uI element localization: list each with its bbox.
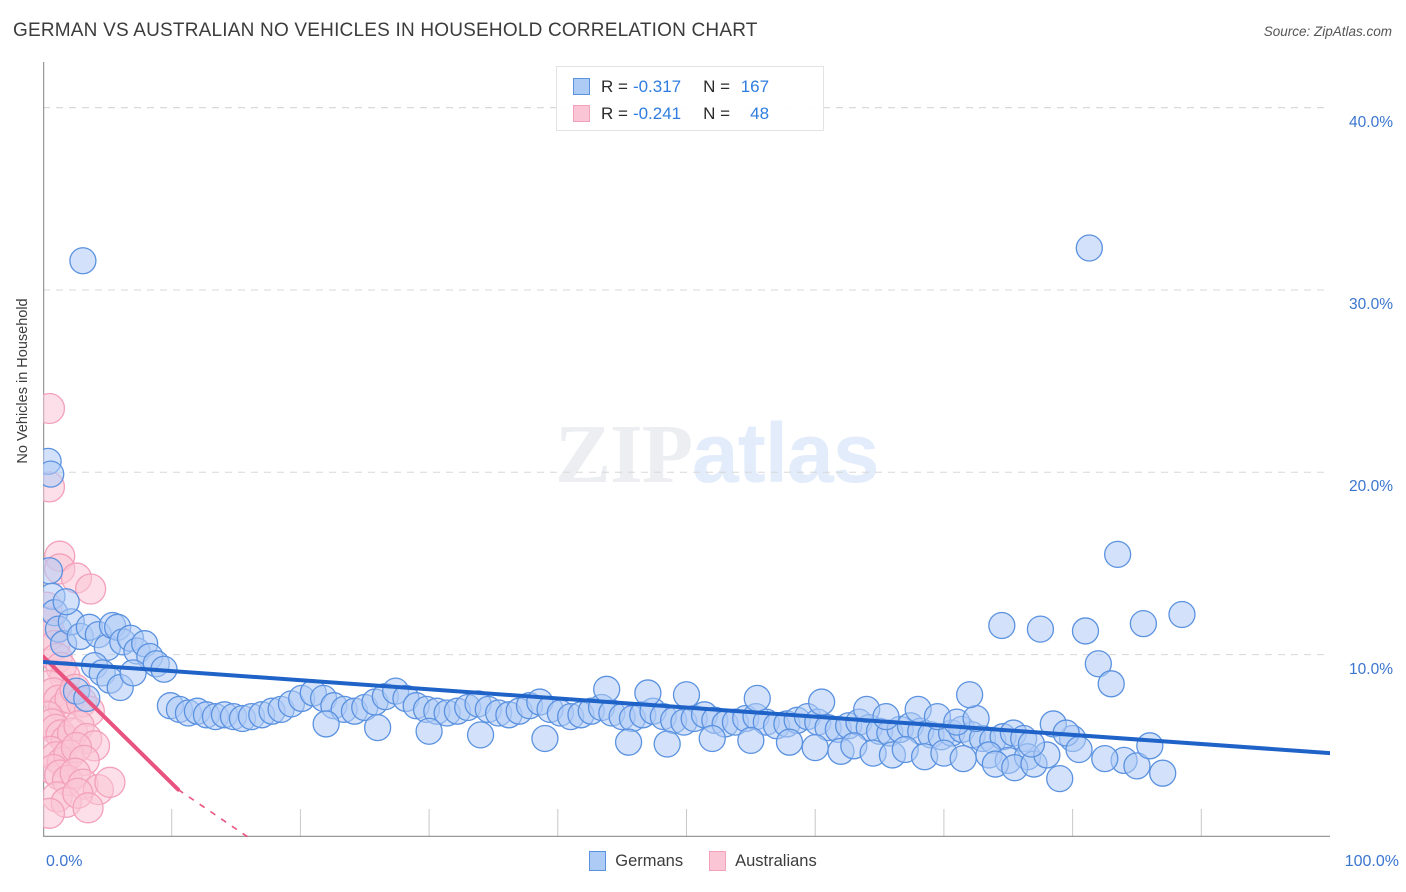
data-point bbox=[363, 713, 392, 742]
data-point bbox=[593, 675, 621, 703]
legend-label-australians: Australians bbox=[735, 851, 817, 870]
data-point bbox=[1075, 234, 1103, 262]
data-point bbox=[52, 588, 80, 616]
data-point bbox=[1149, 759, 1177, 787]
data-point bbox=[955, 681, 984, 709]
data-point bbox=[43, 557, 64, 585]
data-point bbox=[775, 728, 804, 756]
data-point bbox=[1046, 764, 1074, 793]
legend-item-germans[interactable]: Germans bbox=[589, 851, 683, 871]
page-title: GERMAN VS AUSTRALIAN NO VEHICLES IN HOUS… bbox=[13, 20, 758, 41]
data-point bbox=[72, 792, 104, 824]
stats-r-label-germans: R = bbox=[601, 76, 628, 96]
data-point bbox=[1136, 732, 1164, 760]
data-point bbox=[949, 744, 977, 773]
stats-n-label-australians: N = bbox=[703, 103, 731, 123]
y-axis-tick-label: 10.0% bbox=[1349, 660, 1393, 678]
data-point bbox=[614, 728, 643, 756]
chart-root: GERMAN VS AUSTRALIAN NO VEHICLES IN HOUS… bbox=[0, 0, 1406, 892]
stats-row-germans: R = -0.317 N = 167 bbox=[573, 73, 811, 100]
data-point bbox=[74, 573, 107, 605]
data-point bbox=[988, 611, 1016, 640]
y-axis-tick-label: 30.0% bbox=[1349, 295, 1393, 313]
data-point bbox=[1129, 609, 1158, 638]
data-point bbox=[466, 721, 495, 749]
data-point bbox=[672, 681, 701, 709]
stats-r-value-germans: -0.317 bbox=[632, 76, 682, 96]
data-point bbox=[634, 679, 662, 707]
data-point bbox=[872, 702, 900, 731]
stats-n-label-germans: N = bbox=[703, 76, 731, 96]
data-point bbox=[737, 726, 765, 755]
series-legend: Germans Australians bbox=[0, 851, 1406, 871]
stats-r-value-australians: -0.241 bbox=[632, 103, 682, 123]
data-point bbox=[312, 710, 340, 738]
data-point bbox=[807, 688, 836, 716]
stats-n-value-germans: 167 bbox=[740, 76, 770, 96]
plot-area bbox=[43, 62, 1330, 837]
data-point bbox=[531, 724, 559, 753]
data-point bbox=[1168, 600, 1196, 629]
data-point bbox=[698, 724, 726, 753]
data-point bbox=[119, 659, 147, 687]
stats-swatch-germans bbox=[573, 78, 590, 95]
y-axis-title: No Vehicles in Household bbox=[15, 298, 31, 464]
y-axis-tick-label: 40.0% bbox=[1349, 113, 1393, 131]
data-point bbox=[1065, 735, 1093, 764]
legend-label-germans: Germans bbox=[615, 851, 684, 870]
data-point bbox=[43, 460, 65, 488]
data-point bbox=[1097, 670, 1125, 698]
y-axis-tick-label: 20.0% bbox=[1349, 478, 1393, 496]
legend-item-australians[interactable]: Australians bbox=[709, 851, 817, 871]
data-point bbox=[1103, 540, 1132, 569]
data-point bbox=[653, 730, 681, 758]
data-point bbox=[1026, 615, 1055, 643]
stats-row-australians: R = -0.241 N = 48 bbox=[573, 100, 811, 127]
data-point bbox=[69, 247, 97, 275]
stats-swatch-australians bbox=[573, 105, 590, 122]
data-point bbox=[94, 766, 126, 798]
data-point bbox=[743, 684, 771, 713]
stats-n-value-australians: 48 bbox=[750, 103, 770, 123]
data-point bbox=[415, 717, 443, 745]
legend-swatch-australians bbox=[709, 851, 727, 871]
series-points-germans bbox=[43, 234, 1196, 793]
data-point bbox=[43, 392, 66, 425]
data-point bbox=[801, 733, 829, 762]
data-point bbox=[1071, 617, 1100, 645]
trendline-australians-extension bbox=[177, 788, 250, 837]
correlation-stats-legend: R = -0.317 N = 167 R = -0.241 N = 48 bbox=[556, 66, 824, 131]
data-point bbox=[1091, 744, 1119, 773]
source-attribution: Source: ZipAtlas.com bbox=[1263, 24, 1392, 39]
stats-r-label-australians: R = bbox=[601, 103, 628, 123]
data-point bbox=[1017, 730, 1046, 758]
legend-swatch-germans bbox=[589, 851, 607, 871]
scatter-plot-svg bbox=[43, 62, 1330, 837]
